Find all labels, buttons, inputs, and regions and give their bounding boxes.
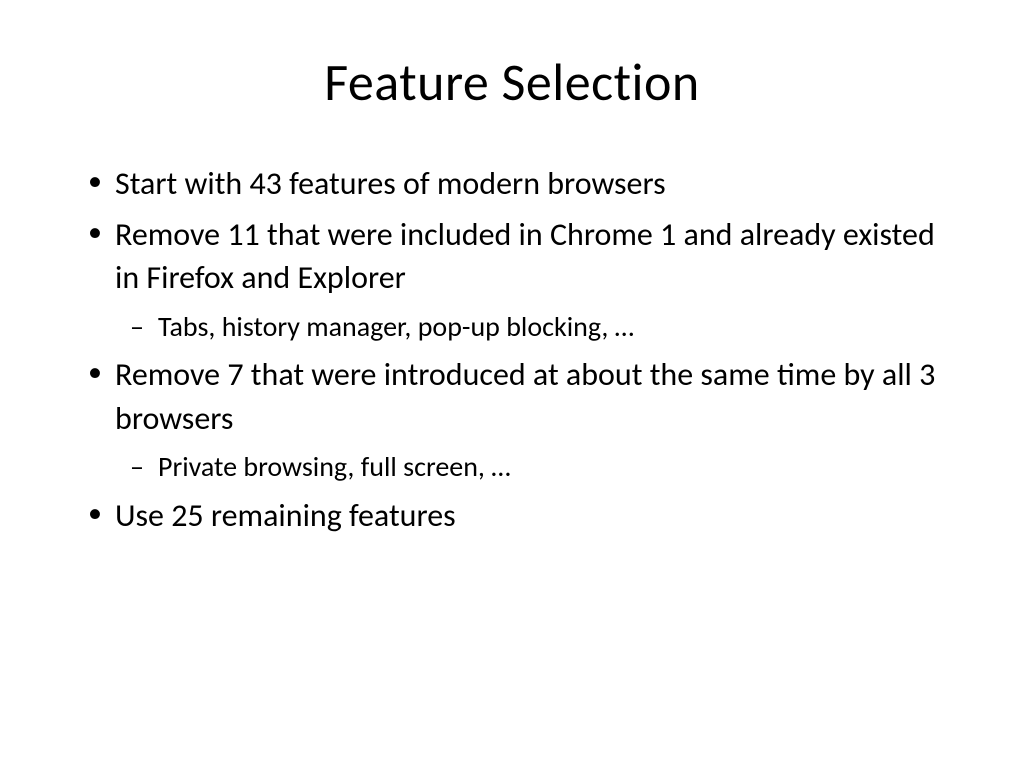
list-item: Start with 43 features of modern browser… bbox=[70, 162, 954, 205]
list-item: Remove 11 that were included in Chrome 1… bbox=[70, 213, 954, 299]
list-item: Use 25 remaining features bbox=[70, 494, 954, 537]
slide-body: Start with 43 features of modern browser… bbox=[70, 162, 954, 537]
list-subitem: Private browsing, full screen, … bbox=[70, 448, 954, 486]
list-item: Remove 7 that were introduced at about t… bbox=[70, 353, 954, 439]
list-subitem: Tabs, history manager, pop-up blocking, … bbox=[70, 308, 954, 346]
slide-title: Feature Selection bbox=[70, 50, 954, 114]
bullet-list: Start with 43 features of modern browser… bbox=[70, 162, 954, 537]
